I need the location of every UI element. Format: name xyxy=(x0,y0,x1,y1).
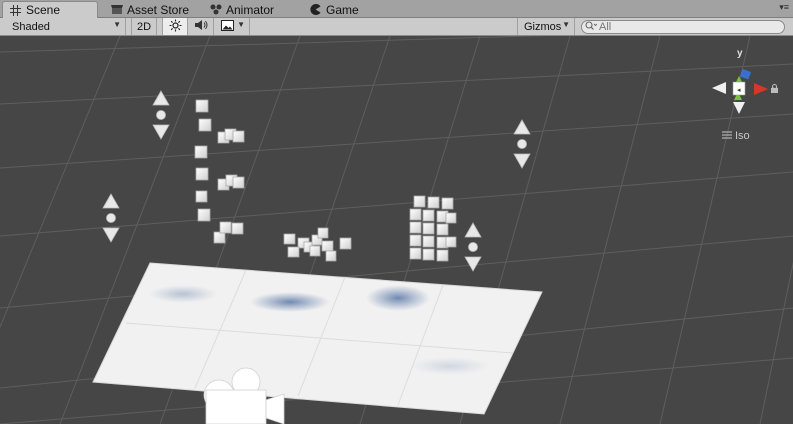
image-icon xyxy=(221,19,234,34)
search-placeholder: All xyxy=(599,21,612,33)
lighting-toggle-button[interactable] xyxy=(162,18,188,35)
search-icon xyxy=(585,20,598,34)
dropdown-arrow-icon: ▼ xyxy=(562,20,570,29)
draw-mode-label: Shaded xyxy=(12,20,50,33)
dropdown-arrow-icon: ▼ xyxy=(237,20,245,29)
scene-viewport[interactable]: ◂ y x xyxy=(0,36,793,424)
tab-bar: Scene Asset Store Animator Game ▾≡ xyxy=(0,0,793,18)
audio-toggle-button[interactable] xyxy=(188,18,214,35)
speaker-icon xyxy=(194,19,208,34)
light-gizmo[interactable] xyxy=(102,193,120,243)
effects-dropdown[interactable]: ▼ xyxy=(214,18,250,35)
tab-asset-store[interactable]: Asset Store xyxy=(104,1,204,18)
tab-scene-label: Scene xyxy=(26,3,61,17)
dropdown-arrow-icon: ▼ xyxy=(113,20,121,29)
lock-icon[interactable] xyxy=(770,82,779,93)
gizmos-dropdown[interactable]: Gizmos ▼ xyxy=(517,18,575,35)
menu-lines-icon xyxy=(722,130,732,142)
ground-plane xyxy=(92,262,543,415)
light-gizmo[interactable] xyxy=(152,90,170,140)
2d-label: 2D xyxy=(136,20,152,33)
cube-cluster[interactable] xyxy=(194,99,245,244)
gizmo-y-label: y xyxy=(737,48,743,59)
grid-icon xyxy=(9,4,22,17)
tab-asset-store-label: Asset Store xyxy=(127,2,190,17)
tab-animator-label: Animator xyxy=(226,2,275,17)
cube-pile[interactable] xyxy=(283,227,352,262)
pacman-icon xyxy=(309,3,322,16)
tab-animator[interactable]: Animator xyxy=(203,1,293,18)
tab-game[interactable]: Game xyxy=(303,1,383,18)
light-gizmo[interactable] xyxy=(513,119,531,169)
svg-text:◂: ◂ xyxy=(737,86,741,94)
gizmos-label: Gizmos xyxy=(524,20,562,33)
cube-stack[interactable] xyxy=(409,195,457,262)
2d-toggle-button[interactable]: 2D xyxy=(131,18,157,35)
sun-icon xyxy=(169,19,182,35)
light-gizmo[interactable] xyxy=(464,222,482,272)
tab-game-label: Game xyxy=(326,2,359,17)
scene-toolbar: Shaded ▼ 2D ▼ Gizmos ▼ All xyxy=(0,18,793,36)
projection-toggle[interactable]: Iso xyxy=(722,130,750,142)
tab-scene[interactable]: Scene xyxy=(2,1,98,18)
tab-menu-icon[interactable]: ▾≡ xyxy=(779,2,789,13)
projection-label: Iso xyxy=(735,130,750,142)
search-field[interactable]: All xyxy=(581,20,785,34)
orientation-gizmo[interactable]: ◂ xyxy=(712,68,768,114)
store-icon xyxy=(110,3,123,16)
animator-icon xyxy=(209,3,222,16)
draw-mode-dropdown[interactable]: Shaded ▼ xyxy=(0,18,126,35)
